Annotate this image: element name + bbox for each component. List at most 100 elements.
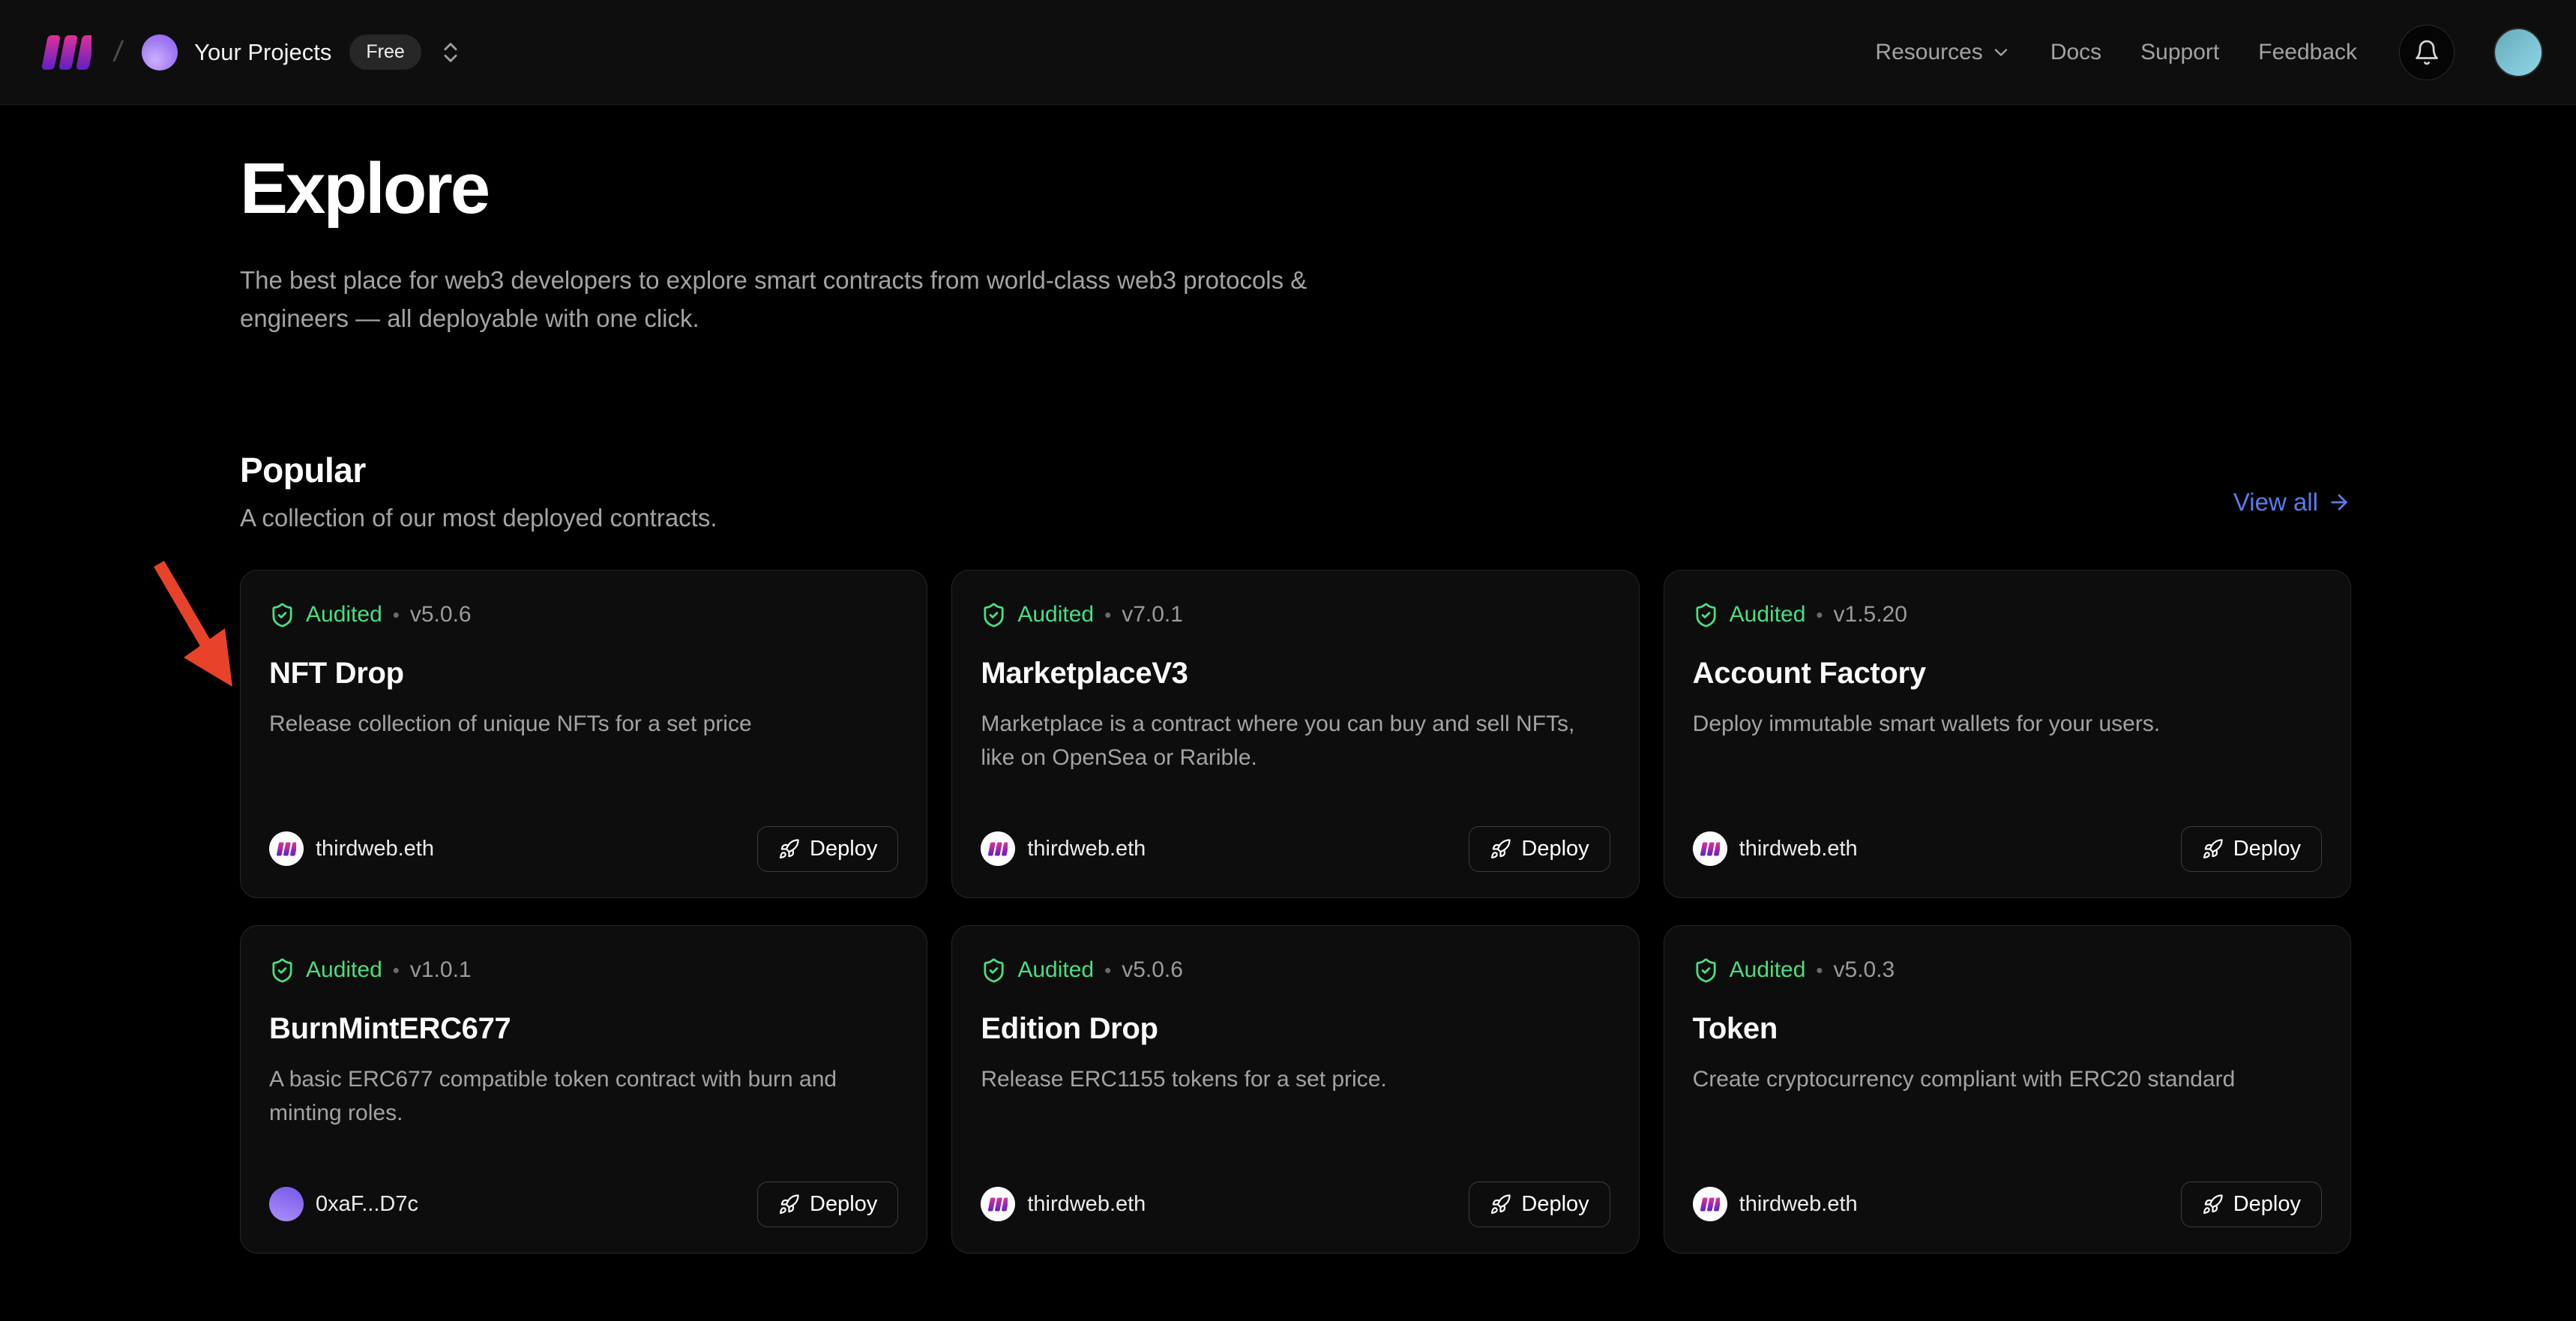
version-label: v1.5.20 (1834, 602, 1907, 628)
audited-badge: Audited (306, 957, 382, 983)
contract-description: Marketplace is a contract where you can … (981, 707, 1610, 774)
navbar-left: / Your Projects Free (42, 34, 463, 70)
publisher-avatar-thirdweb (981, 1187, 1015, 1221)
deploy-button[interactable]: Deploy (2181, 826, 2322, 872)
thirdweb-mini-logo-icon (988, 842, 1008, 856)
chevron-down-icon (1990, 42, 2011, 63)
deploy-button-label: Deploy (2233, 837, 2301, 861)
rocket-icon (2202, 838, 2224, 860)
view-all-link[interactable]: View all (2233, 488, 2351, 517)
contract-card-marketplacev3[interactable]: Audited • v7.0.1 MarketplaceV3 Marketpla… (951, 570, 1639, 898)
dot-separator: • (1104, 960, 1111, 980)
audited-badge: Audited (1730, 602, 1806, 628)
contract-title: BurnMintERC677 (269, 1012, 898, 1046)
publisher-avatar-thirdweb (981, 831, 1015, 866)
dot-separator: • (1104, 605, 1111, 625)
rocket-icon (778, 838, 800, 860)
version-label: v5.0.6 (410, 602, 472, 628)
team-avatar (142, 34, 178, 70)
badge-row: Audited • v5.0.3 (1693, 957, 2322, 984)
thirdweb-mini-logo-icon (1700, 842, 1720, 856)
deploy-button[interactable]: Deploy (2181, 1182, 2322, 1227)
contract-card-burnminterc677[interactable]: Audited • v1.0.1 BurnMintERC677 A basic … (240, 925, 927, 1254)
dot-separator: • (1816, 960, 1823, 980)
contract-title: Token (1693, 1012, 2322, 1046)
publisher[interactable]: thirdweb.eth (981, 831, 1146, 866)
contract-title: Edition Drop (981, 1012, 1610, 1046)
deploy-button-label: Deploy (1521, 1192, 1589, 1217)
badge-row: Audited • v1.5.20 (1693, 602, 2322, 628)
audited-badge: Audited (1017, 957, 1094, 983)
page-subtitle: The best place for web3 developers to ex… (240, 261, 1349, 337)
publisher[interactable]: thirdweb.eth (1693, 831, 1858, 866)
contract-description: Release ERC1155 tokens for a set price. (981, 1062, 1610, 1096)
shield-check-icon (981, 602, 1007, 628)
view-all-label: View all (2233, 488, 2318, 517)
deploy-button-label: Deploy (2233, 1192, 2301, 1217)
nav-link-resources-label: Resources (1875, 40, 1982, 65)
version-label: v1.0.1 (410, 957, 472, 983)
page-title: Explore (240, 148, 2351, 229)
contract-card-edition-drop[interactable]: Audited • v5.0.6 Edition Drop Release ER… (951, 925, 1639, 1254)
version-label: v7.0.1 (1122, 602, 1183, 628)
card-footer: thirdweb.eth Deploy (1693, 826, 2322, 872)
shield-check-icon (1693, 957, 1719, 984)
chevrons-up-down-icon (438, 40, 463, 65)
team-name: Your Projects (194, 39, 331, 66)
thirdweb-logo[interactable] (42, 35, 91, 70)
contract-card-account-factory[interactable]: Audited • v1.5.20 Account Factory Deploy… (1664, 570, 2351, 898)
deploy-button-label: Deploy (810, 1192, 877, 1217)
publisher[interactable]: thirdweb.eth (1693, 1187, 1858, 1221)
badge-row: Audited • v1.0.1 (269, 957, 898, 984)
publisher-name: thirdweb.eth (1027, 1192, 1146, 1217)
publisher-name: thirdweb.eth (1739, 1192, 1858, 1217)
project-switcher-button[interactable] (438, 40, 463, 65)
rocket-icon (778, 1194, 800, 1215)
audited-badge: Audited (1017, 602, 1094, 628)
thirdweb-mini-logo-icon (1700, 1197, 1720, 1212)
arrow-right-icon (2327, 490, 2351, 514)
shield-check-icon (269, 602, 295, 628)
popular-section-header: Popular A collection of our most deploye… (240, 450, 2351, 532)
card-footer: thirdweb.eth Deploy (269, 826, 898, 872)
publisher-name: thirdweb.eth (316, 837, 434, 861)
plan-badge: Free (349, 34, 421, 70)
deploy-button[interactable]: Deploy (1469, 826, 1610, 872)
breadcrumb-team[interactable]: Your Projects Free (142, 34, 421, 70)
user-avatar[interactable] (2494, 28, 2543, 77)
nav-link-docs[interactable]: Docs (2050, 40, 2101, 65)
deploy-button[interactable]: Deploy (1469, 1182, 1610, 1227)
contract-card-nft-drop[interactable]: Audited • v5.0.6 NFT Drop Release collec… (240, 570, 927, 898)
nav-link-resources[interactable]: Resources (1875, 40, 2011, 65)
notifications-button[interactable] (2399, 25, 2455, 80)
publisher[interactable]: 0xaF...D7c (269, 1187, 418, 1221)
navbar-right: Resources Docs Support Feedback (1875, 25, 2543, 80)
contract-card-token[interactable]: Audited • v5.0.3 Token Create cryptocurr… (1664, 925, 2351, 1254)
contract-description: A basic ERC677 compatible token contract… (269, 1062, 898, 1130)
dot-separator: • (393, 605, 400, 625)
contract-title: Account Factory (1693, 657, 2322, 690)
popular-heading-block: Popular A collection of our most deploye… (240, 450, 717, 532)
deploy-button[interactable]: Deploy (757, 1182, 898, 1227)
thirdweb-mini-logo-icon (988, 1197, 1008, 1212)
contract-description: Create cryptocurrency compliant with ERC… (1693, 1062, 2322, 1096)
nav-link-support[interactable]: Support (2140, 40, 2219, 65)
nav-link-feedback[interactable]: Feedback (2258, 40, 2357, 65)
top-navbar: / Your Projects Free Resources Docs Supp… (0, 0, 2576, 105)
popular-subtitle: A collection of our most deployed contra… (240, 504, 717, 532)
publisher-name: thirdweb.eth (1739, 837, 1858, 861)
card-footer: thirdweb.eth Deploy (1693, 1182, 2322, 1227)
rocket-icon (2202, 1194, 2224, 1215)
publisher[interactable]: thirdweb.eth (981, 1187, 1146, 1221)
version-label: v5.0.6 (1122, 957, 1183, 983)
publisher-avatar-thirdweb (1693, 831, 1727, 866)
publisher[interactable]: thirdweb.eth (269, 831, 434, 866)
publisher-name: 0xaF...D7c (316, 1192, 418, 1217)
badge-row: Audited • v5.0.6 (981, 957, 1610, 984)
contract-description: Release collection of unique NFTs for a … (269, 707, 898, 741)
publisher-avatar-thirdweb (269, 831, 304, 866)
bell-icon (2413, 39, 2440, 66)
audited-badge: Audited (1730, 957, 1806, 983)
deploy-button[interactable]: Deploy (757, 826, 898, 872)
popular-title: Popular (240, 450, 717, 490)
